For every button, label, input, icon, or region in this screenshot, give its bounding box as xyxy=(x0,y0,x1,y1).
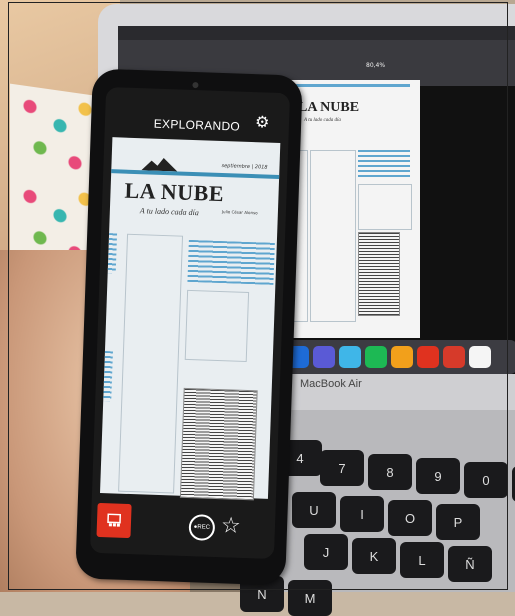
photo-border xyxy=(8,2,508,590)
